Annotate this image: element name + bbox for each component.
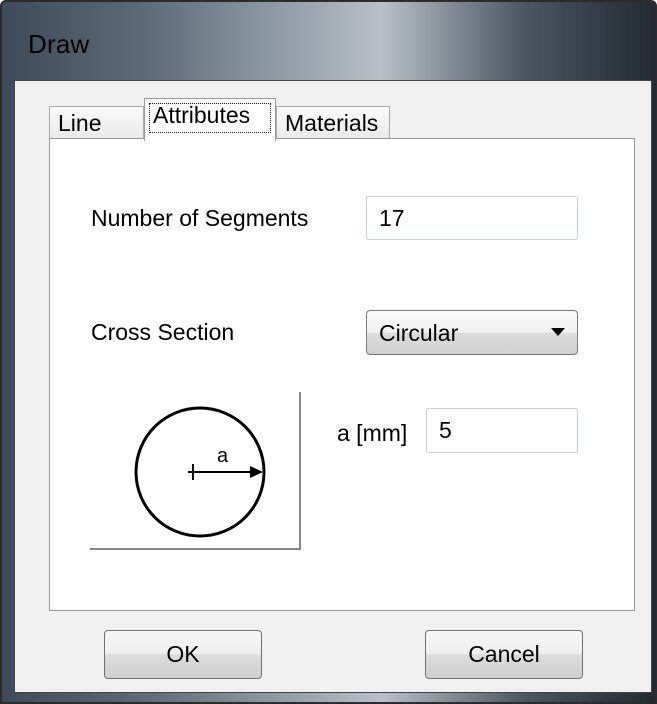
- cross-section-value: Circular: [379, 320, 459, 346]
- dialog-content: Line Attributes Materials Number of Segm…: [14, 80, 652, 693]
- title-bar[interactable]: Draw: [2, 2, 655, 80]
- cancel-button[interactable]: Cancel: [425, 630, 583, 679]
- tab-line[interactable]: Line: [49, 106, 144, 140]
- number-of-segments-input[interactable]: 17: [366, 196, 578, 240]
- draw-dialog: Draw Line Attributes Materials Number of…: [0, 0, 657, 704]
- cross-section-diagram: a: [90, 392, 301, 550]
- radius-input[interactable]: 5: [426, 408, 578, 453]
- cross-section-label: Cross Section: [91, 319, 235, 345]
- ok-button[interactable]: OK: [104, 630, 262, 679]
- cross-section-dropdown[interactable]: Circular: [366, 310, 578, 355]
- tab-attributes[interactable]: Attributes: [144, 98, 276, 141]
- radius-label: a [mm]: [337, 420, 408, 446]
- tab-focus-outline: [149, 103, 271, 133]
- chevron-down-icon: [551, 328, 565, 336]
- tab-materials[interactable]: Materials: [276, 106, 390, 140]
- attributes-panel: Number of Segments 17 Cross Section Circ…: [49, 138, 635, 611]
- radius-symbol: a: [217, 445, 229, 467]
- radius-arrow-head: [250, 466, 263, 478]
- window-title: Draw: [28, 29, 90, 59]
- tab-strip: Line Attributes Materials: [49, 98, 449, 141]
- number-of-segments-label: Number of Segments: [91, 205, 309, 231]
